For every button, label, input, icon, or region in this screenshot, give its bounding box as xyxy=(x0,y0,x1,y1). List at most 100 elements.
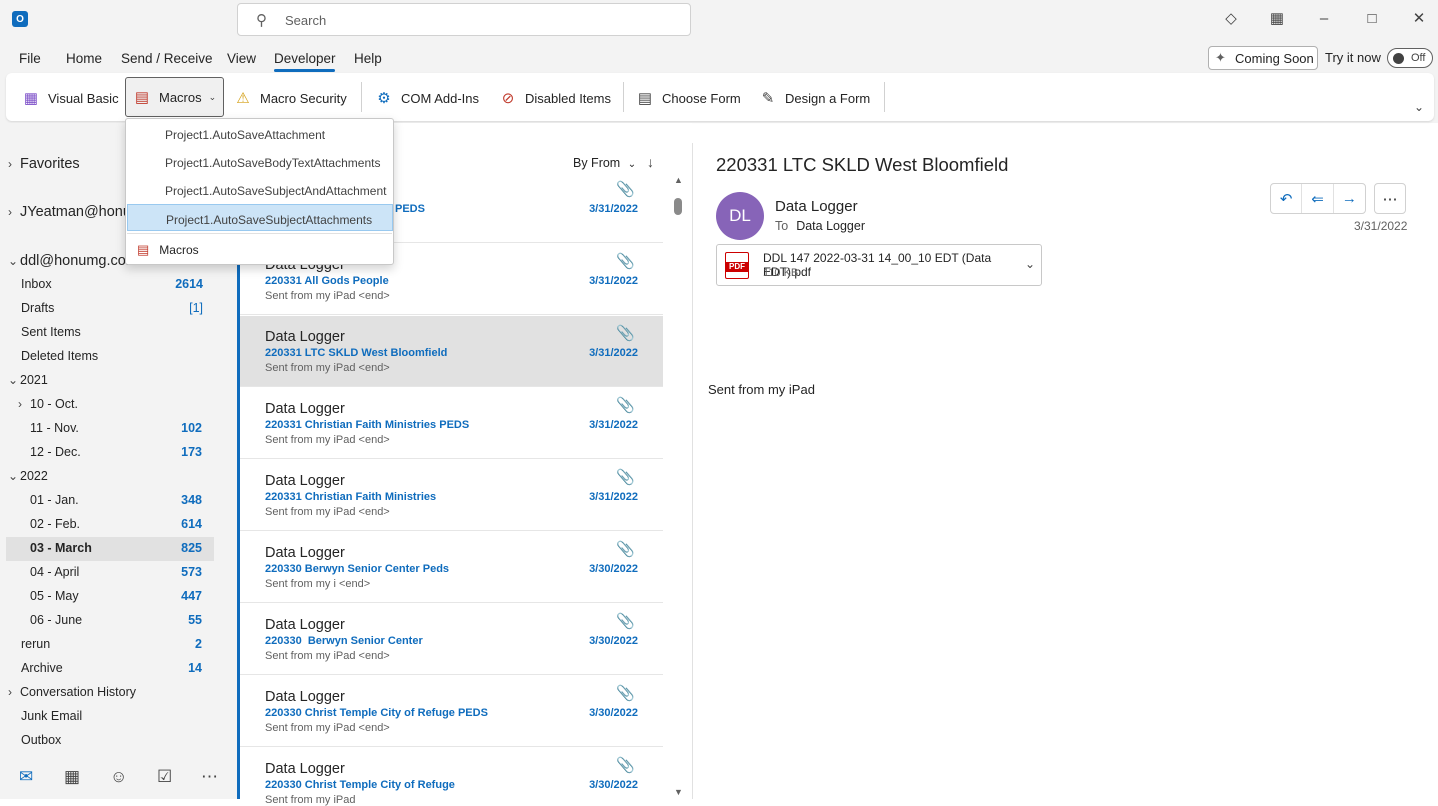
com-addins-button[interactable]: ⚙ COM Add-Ins xyxy=(368,81,485,115)
maximize-icon[interactable]: □ xyxy=(1363,10,1381,28)
menu-developer[interactable]: Developer xyxy=(274,51,336,66)
sort-direction-arrow-icon[interactable]: ↓ xyxy=(647,154,654,170)
choose-form-button[interactable]: ▤ Choose Form xyxy=(629,81,747,115)
scroll-up-arrow-icon[interactable]: ▲ xyxy=(674,175,683,185)
scroll-down-arrow-icon[interactable]: ▼ xyxy=(674,787,683,797)
folder-2021[interactable]: ⌄ 2021 xyxy=(8,368,48,392)
toggle-state: Off xyxy=(1411,52,1426,64)
design-form-button[interactable]: ✎ Design a Form xyxy=(752,81,876,115)
dropdown-divider xyxy=(127,233,392,234)
folder-april[interactable]: 04 - April 573 xyxy=(30,560,205,584)
menu-help[interactable]: Help xyxy=(354,51,382,66)
menu-home[interactable]: Home xyxy=(66,51,102,66)
message-item[interactable]: Data Logger 220331 Christian Faith Minis… xyxy=(237,388,663,460)
folder-nov[interactable]: 11 - Nov. 102 xyxy=(30,416,205,440)
folder-label: rerun xyxy=(21,637,51,651)
message-item-selected[interactable]: Data Logger 220331 LTC SKLD West Bloomfi… xyxy=(237,316,663,388)
premium-diamond-icon[interactable]: ◇ xyxy=(1222,10,1240,28)
folder-label: 11 - Nov. xyxy=(30,421,79,435)
new-outlook-toggle[interactable]: Off xyxy=(1387,48,1433,68)
folder-label: 10 - Oct. xyxy=(30,397,78,411)
try-it-now-label: Try it now xyxy=(1325,50,1381,65)
macro-item[interactable]: Project1.AutoSaveSubjectAndAttachment xyxy=(127,176,393,203)
message-item[interactable]: Data Logger 220330 Christ Temple City of… xyxy=(237,748,663,806)
menu-view[interactable]: View xyxy=(227,51,256,66)
more-actions-icon[interactable]: ⋯ xyxy=(1374,183,1406,214)
people-icon[interactable]: ☺ xyxy=(110,767,127,787)
folder-june[interactable]: 06 - June 55 xyxy=(30,608,205,632)
to-label: To xyxy=(775,219,789,233)
menu-send-receive[interactable]: Send / Receive xyxy=(121,51,213,66)
visual-basic-button[interactable]: ▦ Visual Basic xyxy=(15,81,125,115)
reply-icon[interactable]: ↶ xyxy=(1271,184,1303,213)
message-item[interactable]: Data Logger 220330 Berwyn Senior Center … xyxy=(237,604,663,676)
chevron-down-icon: ⌄ xyxy=(627,159,637,170)
folder-oct[interactable]: › 10 - Oct. xyxy=(18,392,78,416)
folder-label: 01 - Jan. xyxy=(30,493,79,507)
favorites-header[interactable]: › Favorites xyxy=(8,156,80,172)
attachment-card[interactable]: PDF DDL 147 2022-03-31 14_00_10 EDT (Dat… xyxy=(716,244,1042,286)
folder-archive[interactable]: Archive 14 xyxy=(21,656,205,680)
message-item[interactable]: Data Logger 220330 Berwyn Senior Center … xyxy=(237,532,663,604)
sender-name[interactable]: Data Logger xyxy=(775,198,858,215)
ribbon-expand-chevron-icon[interactable]: ⌄ xyxy=(1414,100,1424,114)
reply-all-icon[interactable]: ⇐ xyxy=(1302,184,1334,213)
more-apps-icon[interactable]: ⋯ xyxy=(201,767,218,787)
message-item[interactable]: Data Logger 220330 Christ Temple City of… xyxy=(237,676,663,748)
folder-feb[interactable]: 02 - Feb. 614 xyxy=(30,512,205,536)
unread-bar xyxy=(237,676,240,748)
folder-sent-items[interactable]: Sent Items xyxy=(21,320,81,344)
message-date: 3/31/2022 xyxy=(589,203,638,215)
folder-label: Archive xyxy=(21,661,63,675)
folder-count: 825 xyxy=(181,541,202,555)
folder-outbox[interactable]: Outbox xyxy=(21,728,61,752)
minimize-icon[interactable]: – xyxy=(1315,10,1333,28)
folder-drafts[interactable]: Drafts [1] xyxy=(21,296,211,320)
qr-code-icon[interactable]: ▦ xyxy=(1268,10,1286,28)
mail-icon[interactable]: ✉ xyxy=(19,767,33,787)
folder-label: 03 - March xyxy=(30,541,92,555)
folder-junk-email[interactable]: Junk Email xyxy=(21,704,82,728)
search-box[interactable]: ⚲ Search xyxy=(237,3,691,36)
macros-button[interactable]: ▤ Macros ⌄ xyxy=(125,77,224,117)
folder-rerun[interactable]: rerun 2 xyxy=(21,632,205,656)
menu-file[interactable]: File xyxy=(19,51,41,66)
chevron-down-icon[interactable]: ⌄ xyxy=(1025,257,1035,271)
folder-inbox[interactable]: Inbox 2614 xyxy=(21,272,211,296)
folder-jan[interactable]: 01 - Jan. 348 xyxy=(30,488,205,512)
folder-label: 2022 xyxy=(20,469,48,483)
folder-label: 05 - May xyxy=(30,589,79,603)
folder-conversation-history[interactable]: › Conversation History xyxy=(8,680,136,704)
macro-item[interactable]: Project1.AutoSaveAttachment xyxy=(127,120,393,147)
macros-dialog-item[interactable]: ▤ Macros xyxy=(127,236,199,262)
macros-label: Macros xyxy=(159,89,202,105)
unread-bar xyxy=(237,316,240,388)
avatar[interactable]: DL xyxy=(716,192,764,240)
macro-item[interactable]: Project1.AutoSaveBodyTextAttachments xyxy=(127,148,393,175)
pane-divider[interactable] xyxy=(692,143,693,799)
tasks-icon[interactable]: ☑ xyxy=(157,767,172,787)
folder-count: 55 xyxy=(188,613,202,627)
coming-soon-button[interactable]: ✦ Coming Soon xyxy=(1208,46,1318,70)
macros-icon: ▤ xyxy=(137,242,150,257)
account-header-2[interactable]: ⌄ ddl@honumg.com xyxy=(8,253,138,269)
scrollbar-thumb[interactable] xyxy=(674,198,682,215)
folder-dec[interactable]: 12 - Dec. 173 xyxy=(30,440,205,464)
disabled-items-button[interactable]: ⊘ Disabled Items xyxy=(492,81,617,115)
account-header-1[interactable]: › JYeatman@honu xyxy=(8,204,131,220)
forward-icon[interactable]: → xyxy=(1334,184,1365,213)
wand-icon: ✦ xyxy=(1215,50,1226,65)
visual-basic-label: Visual Basic xyxy=(48,90,119,106)
macro-item-highlighted[interactable]: Project1.AutoSaveSubjectAttachments xyxy=(127,204,393,231)
macro-security-button[interactable]: ⚠ Macro Security xyxy=(227,81,353,115)
folder-deleted-items[interactable]: Deleted Items xyxy=(21,344,98,368)
calendar-icon[interactable]: ▦ xyxy=(64,767,80,787)
to-name[interactable]: Data Logger xyxy=(796,219,865,233)
folder-march[interactable]: 03 - March 825 xyxy=(30,536,205,560)
message-item[interactable]: Data Logger 220331 Christian Faith Minis… xyxy=(237,460,663,532)
folder-2022[interactable]: ⌄ 2022 xyxy=(8,464,48,488)
paperclip-icon: 📎 xyxy=(616,469,635,486)
folder-may[interactable]: 05 - May 447 xyxy=(30,584,205,608)
close-icon[interactable]: ✕ xyxy=(1410,10,1428,28)
sort-dropdown[interactable]: By From ⌄ xyxy=(573,156,636,170)
